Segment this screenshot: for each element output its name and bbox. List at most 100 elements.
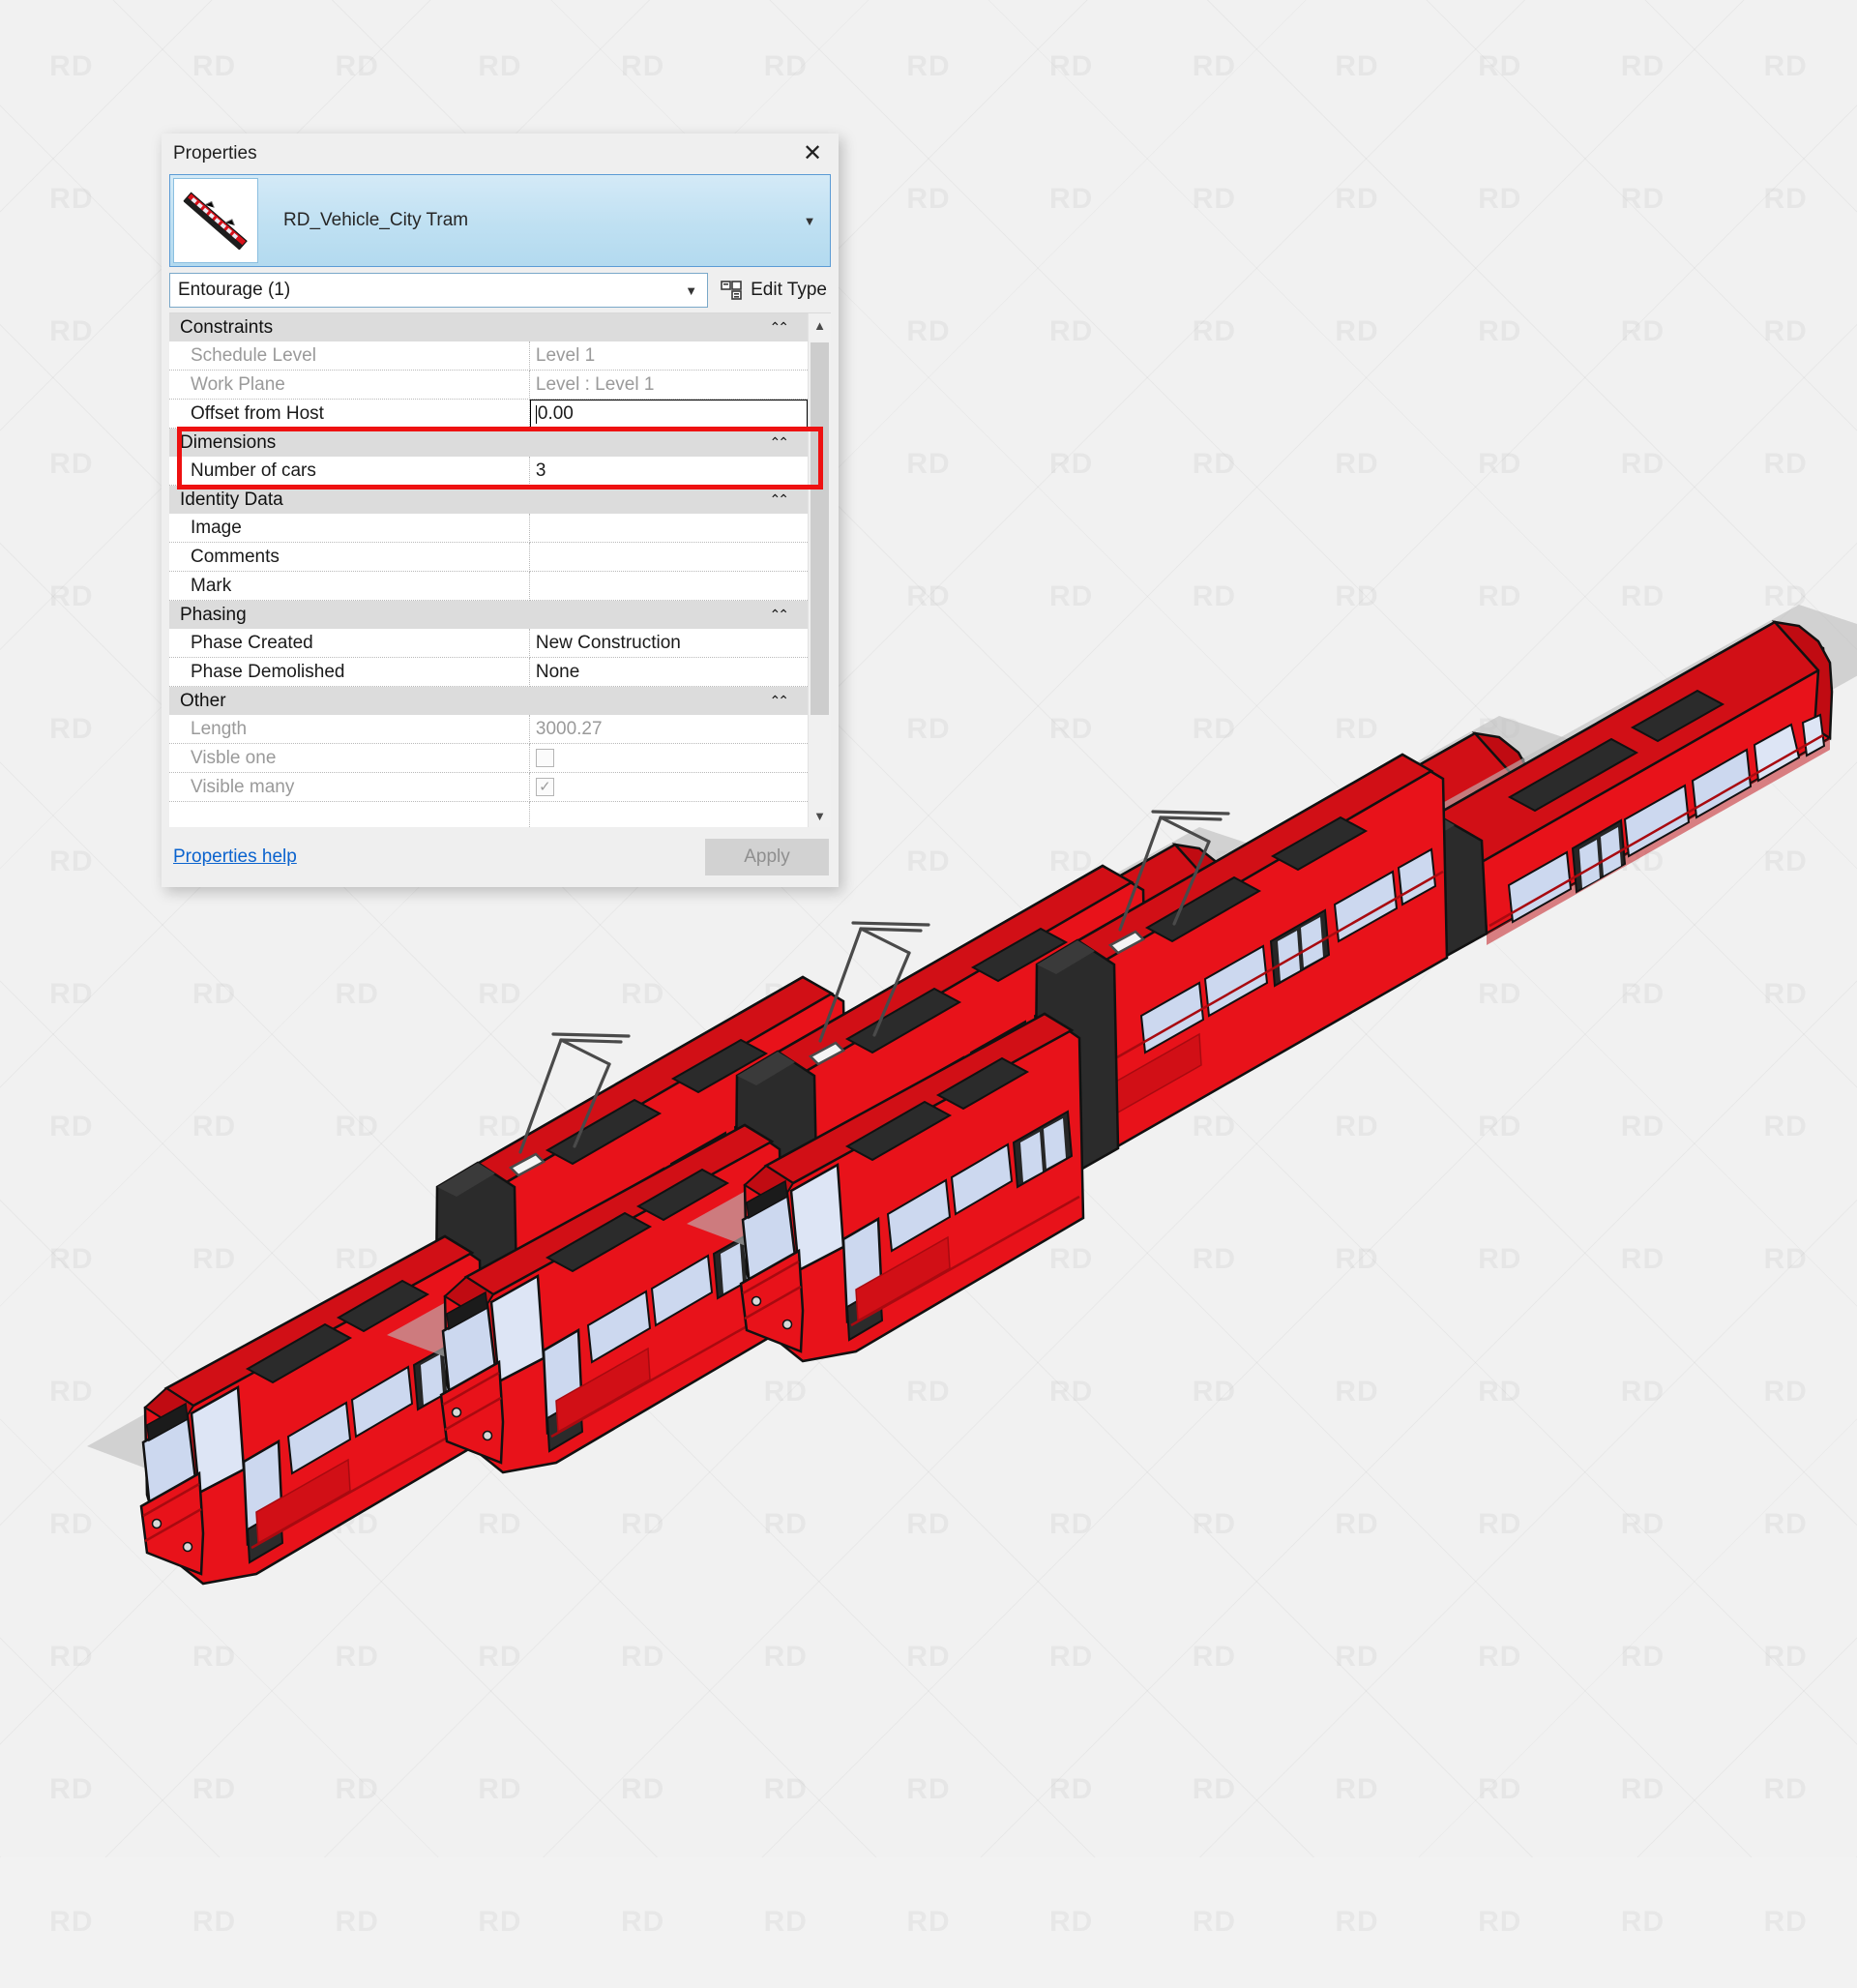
double-chevron-up-icon[interactable]: ⌃⌃: [770, 607, 808, 623]
parameter-group-header[interactable]: Other ⌃⌃: [169, 687, 808, 715]
scrollbar-thumb[interactable]: [811, 342, 829, 715]
parameter-group-label: Other: [180, 691, 226, 711]
double-chevron-up-icon[interactable]: ⌃⌃: [770, 319, 808, 336]
parameter-value-text: Level 1: [535, 344, 596, 366]
parameter-grid[interactable]: Constraints ⌃⌃ Schedule Level Level 1 Work P…: [169, 313, 808, 827]
parameter-grid-filler: [169, 802, 808, 827]
parameter-group-label: Dimensions: [180, 432, 277, 453]
properties-help-link[interactable]: Properties help: [173, 846, 297, 868]
watermark-label: RD: [1143, 1855, 1286, 1988]
watermark-label: RD: [1714, 1855, 1857, 1988]
parameter-label: Visble one: [169, 744, 530, 773]
parameter-label: Work Plane: [169, 371, 530, 400]
parameter-group-header[interactable]: Dimensions ⌃⌃: [169, 429, 808, 457]
watermark-label: RD: [1572, 1855, 1715, 1988]
watermark-label: RD: [714, 1855, 857, 1988]
category-row: Entourage (1) ▼ Edit Type: [169, 273, 831, 308]
parameter-value[interactable]: None: [529, 658, 808, 687]
parameter-label: Visible many: [169, 773, 530, 802]
parameter-label: Schedule Level: [169, 341, 530, 371]
apply-button[interactable]: Apply: [705, 839, 829, 875]
parameter-row[interactable]: Phase Demolished None: [169, 658, 808, 687]
parameter-label: Comments: [169, 543, 530, 572]
watermark-label: RD: [1285, 1855, 1429, 1988]
parameter-value[interactable]: 0.00: [529, 400, 808, 429]
parameter-group-header[interactable]: Constraints ⌃⌃: [169, 313, 808, 341]
parameter-row[interactable]: Offset from Host 0.00: [169, 400, 808, 429]
parameter-value[interactable]: 3: [529, 457, 808, 486]
parameter-label: Length: [169, 715, 530, 744]
edit-type-label: Edit Type: [751, 280, 827, 300]
parameter-row[interactable]: Number of cars 3: [169, 457, 808, 486]
parameter-value[interactable]: Level : Level 1: [529, 371, 808, 400]
parameter-value[interactable]: Level 1: [529, 341, 808, 371]
parameter-row[interactable]: Length 3000.27: [169, 715, 808, 744]
parameter-value-text: 3000.27: [535, 718, 603, 739]
checkbox-unchecked-icon[interactable]: [535, 749, 554, 767]
watermark-label: RD: [857, 1855, 1000, 1988]
parameter-group-header[interactable]: Identity Data ⌃⌃: [169, 486, 808, 514]
type-selector[interactable]: RD_Vehicle_City Tram ▼: [169, 174, 831, 267]
parameter-row[interactable]: Schedule Level Level 1: [169, 341, 808, 371]
double-chevron-up-icon[interactable]: ⌃⌃: [770, 434, 808, 451]
parameter-scrollbar[interactable]: ▲ ▼: [808, 313, 831, 827]
parameter-label: Mark: [169, 572, 530, 601]
parameter-grid-wrapper: Constraints ⌃⌃ Schedule Level Level 1 Work P…: [169, 312, 831, 827]
parameter-group-label: Identity Data: [180, 490, 283, 510]
double-chevron-up-icon[interactable]: ⌃⌃: [770, 693, 808, 709]
watermark-label: RD: [1429, 1855, 1572, 1988]
double-chevron-up-icon[interactable]: ⌃⌃: [770, 491, 808, 508]
parameter-value[interactable]: New Construction: [529, 629, 808, 658]
parameter-row[interactable]: Visible many ✓: [169, 773, 808, 802]
type-name-label: RD_Vehicle_City Tram: [283, 210, 469, 230]
parameter-value-text: 0.00: [537, 403, 574, 424]
checkbox-checked-icon[interactable]: ✓: [535, 778, 554, 796]
parameter-value-text: Level : Level 1: [535, 373, 655, 395]
filler-right: [530, 802, 808, 827]
properties-palette[interactable]: Properties ✕ RD_Vehicle_City Tram ▼ Ento…: [162, 134, 839, 887]
parameter-value-text: None: [535, 661, 580, 682]
watermark-label: RD: [285, 1855, 428, 1988]
watermark-label: RD: [572, 1855, 715, 1988]
parameter-group-header[interactable]: Phasing ⌃⌃: [169, 601, 808, 629]
watermark-label: RD: [428, 1855, 572, 1988]
parameter-value[interactable]: ✓: [529, 773, 808, 802]
parameter-group-label: Constraints: [180, 317, 274, 338]
filler-left: [169, 802, 530, 827]
text-caret: [535, 404, 537, 424]
parameter-row[interactable]: Image: [169, 514, 808, 543]
chevron-down-icon[interactable]: ▼: [809, 804, 831, 827]
parameter-value[interactable]: [529, 514, 808, 543]
parameter-label: Phase Created: [169, 629, 530, 658]
page-title: Properties: [173, 143, 257, 163]
parameter-value[interactable]: [529, 572, 808, 601]
category-select-value: Entourage (1): [178, 280, 291, 300]
parameter-row[interactable]: Work Plane Level : Level 1: [169, 371, 808, 400]
parameter-row[interactable]: Comments: [169, 543, 808, 572]
edit-type-button[interactable]: Edit Type: [719, 278, 831, 303]
chevron-down-icon[interactable]: ▼: [795, 214, 824, 228]
palette-footer: Properties help Apply: [162, 827, 839, 887]
type-thumbnail: [173, 178, 258, 263]
edit-type-icon: [721, 281, 742, 300]
parameter-value[interactable]: [529, 744, 808, 773]
parameter-value-text: 3: [535, 460, 546, 481]
parameter-value[interactable]: 3000.27: [529, 715, 808, 744]
parameter-row[interactable]: Visble one: [169, 744, 808, 773]
watermark-label: RD: [143, 1855, 286, 1988]
parameter-value-text: New Construction: [535, 632, 681, 653]
palette-title-bar: Properties ✕: [162, 134, 839, 174]
parameter-label: Number of cars: [169, 457, 530, 486]
parameter-group-label: Phasing: [180, 605, 247, 625]
watermark-label: RD: [0, 1855, 143, 1988]
close-icon[interactable]: ✕: [796, 139, 829, 168]
parameter-row[interactable]: Phase Created New Construction: [169, 629, 808, 658]
chevron-up-icon[interactable]: ▲: [809, 313, 831, 337]
watermark-label: RD: [1000, 1855, 1143, 1988]
parameter-label: Phase Demolished: [169, 658, 530, 687]
parameter-row[interactable]: Mark: [169, 572, 808, 601]
parameter-value[interactable]: [529, 543, 808, 572]
chevron-down-icon[interactable]: ▼: [685, 283, 701, 298]
parameter-label: Offset from Host: [169, 400, 530, 429]
category-select[interactable]: Entourage (1) ▼: [169, 273, 709, 308]
